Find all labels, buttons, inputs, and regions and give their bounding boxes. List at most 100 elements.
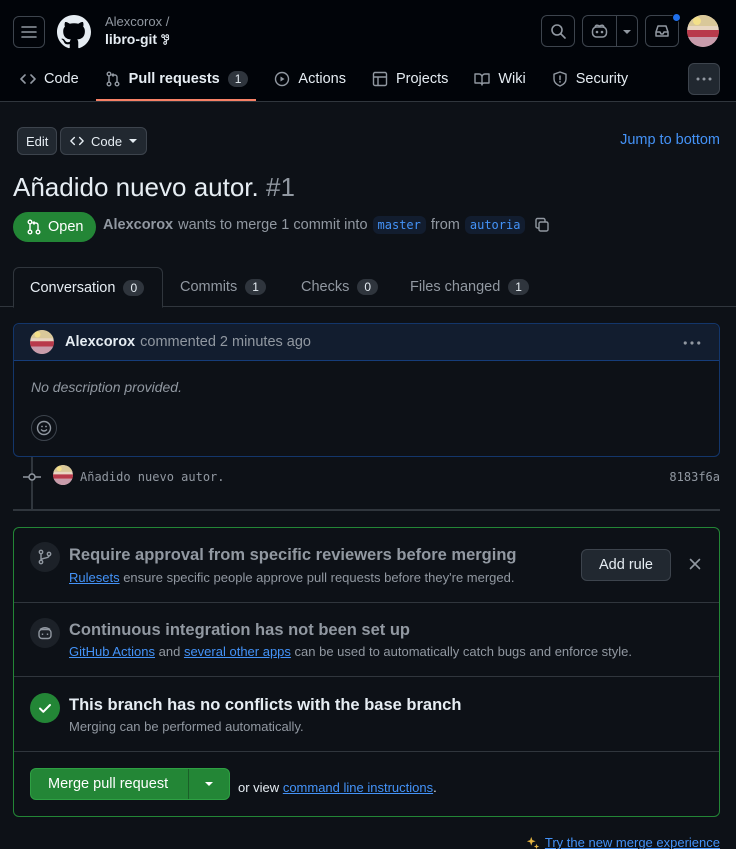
inbox-icon — [655, 25, 669, 37]
edit-label: Edit — [26, 133, 49, 149]
code-dropdown-button[interactable]: Code — [60, 127, 148, 155]
repo-name[interactable]: libro-git — [105, 31, 172, 47]
chevron-down-icon[interactable] — [622, 28, 632, 36]
nav-item-pull-requests[interactable]: Pull requests 1 — [91, 62, 261, 96]
pr-meta: Alexcorox wants to merge 1 commit into m… — [103, 216, 550, 234]
tab-counter: 1 — [245, 279, 266, 295]
github-logo-icon[interactable] — [57, 15, 91, 49]
chevron-down-icon — [129, 139, 138, 143]
from-text: from — [430, 217, 460, 233]
avatar[interactable] — [53, 465, 73, 485]
repo-nav: Code Pull requests 1 Actions Projects Wi… — [0, 62, 640, 102]
branch-icon-container — [30, 542, 60, 572]
tab-label: Files changed — [410, 279, 501, 295]
pull-requests-counter: 1 — [227, 71, 249, 87]
code-icon — [20, 74, 36, 84]
nav-item-security[interactable]: Security — [538, 62, 640, 96]
pull-request-icon — [106, 71, 120, 87]
check-icon — [39, 704, 51, 713]
author-link[interactable]: Alexcorox — [103, 217, 173, 233]
kebab-horizontal-icon — [696, 77, 712, 81]
nav-item-label: Projects — [395, 71, 449, 87]
tab-counter: 0 — [123, 279, 145, 296]
search-icon — [551, 24, 566, 39]
kebab-horizontal-icon[interactable] — [683, 334, 701, 352]
hamburger-icon — [21, 26, 37, 38]
add-reaction-button[interactable] — [31, 415, 57, 441]
rules-section: Require approval from specific reviewers… — [14, 528, 719, 603]
code-label: Code — [91, 133, 123, 149]
tab-commits[interactable]: Commits 1 — [180, 267, 266, 307]
repo-name-label[interactable]: libro-git — [105, 31, 157, 47]
app-header: Alexcorox / libro-git Code Pull requests… — [0, 0, 736, 102]
commit-message-link[interactable]: Añadido nuevo autor. — [80, 470, 225, 484]
ci-and-text: and — [158, 644, 181, 659]
search-button[interactable] — [541, 15, 575, 47]
git-branch-icon — [38, 549, 52, 565]
head-branch[interactable]: autoria — [464, 216, 526, 234]
pull-request-icon — [27, 219, 41, 235]
add-rule-button[interactable]: Add rule — [581, 549, 671, 581]
nav-item-label: Wiki — [498, 71, 526, 87]
merge-text: wants to merge 1 commit into — [178, 217, 368, 233]
comment-timestamp: commented 2 minutes ago — [140, 334, 311, 350]
status-badge: Open — [13, 212, 97, 242]
commit-sha-link[interactable]: 8183f6a — [669, 470, 720, 484]
conflicts-title: This branch has no conflicts with the ba… — [69, 696, 462, 714]
github-actions-link[interactable]: GitHub Actions — [69, 644, 155, 659]
ci-subtitle: GitHub Actions and several other apps ca… — [69, 644, 632, 659]
book-icon — [474, 73, 491, 86]
merge-method-dropdown[interactable] — [188, 769, 229, 799]
avatar-image-icon — [30, 330, 54, 354]
tab-files-changed[interactable]: Files changed 1 — [410, 267, 529, 307]
comment-body: No description provided. — [31, 379, 182, 395]
nav-item-projects[interactable]: Projects — [358, 62, 460, 96]
or-view-text: or view command line instructions. — [238, 780, 437, 795]
avatar-image-icon — [687, 15, 719, 47]
nav-item-label: Actions — [298, 71, 346, 87]
copy-icon[interactable] — [534, 217, 550, 233]
edit-button[interactable]: Edit — [17, 127, 58, 155]
nav-item-actions[interactable]: Actions — [260, 62, 358, 96]
try-new-merge-link[interactable]: Try the new merge experience — [526, 835, 720, 849]
tab-label: Commits — [180, 279, 238, 295]
command-line-link[interactable]: command line instructions — [283, 780, 433, 795]
smiley-icon — [36, 420, 52, 436]
pr-comment: Alexcorox commented 2 minutes ago No des… — [13, 323, 720, 457]
play-icon — [275, 71, 290, 87]
ci-section: Continuous integration has not been set … — [14, 603, 719, 677]
avatar-image-icon — [53, 465, 73, 485]
rules-title: Require approval from specific reviewers… — [69, 546, 517, 564]
copilot-button[interactable] — [582, 15, 638, 47]
pr-title-text: Añadido nuevo autor. — [13, 172, 259, 202]
pr-title: Añadido nuevo autor. #1 — [13, 172, 295, 203]
user-avatar[interactable] — [687, 15, 719, 47]
base-branch[interactable]: master — [372, 216, 426, 234]
avatar[interactable] — [30, 330, 54, 354]
nav-more-button[interactable] — [688, 63, 720, 95]
chevron-down-icon — [205, 782, 214, 786]
tab-label: Conversation — [30, 279, 116, 296]
nav-item-label: Security — [575, 71, 629, 87]
rules-subtitle-text: ensure specific people approve pull requ… — [123, 570, 515, 585]
nav-item-wiki[interactable]: Wiki — [460, 62, 537, 96]
tab-checks[interactable]: Checks 0 — [301, 267, 379, 307]
sparkle-icon — [526, 836, 540, 849]
other-apps-link[interactable]: several other apps — [184, 644, 291, 659]
repo-owner-link[interactable]: Alexcorox / — [105, 14, 169, 29]
jump-to-bottom-link[interactable]: Jump to bottom — [620, 132, 720, 148]
nav-item-label: Pull requests — [128, 71, 220, 87]
rules-subtitle: Rulesets ensure specific people approve … — [69, 570, 514, 585]
inbox-button[interactable] — [645, 13, 681, 47]
menu-button[interactable] — [13, 16, 45, 48]
code-icon — [70, 136, 84, 146]
nav-item-code[interactable]: Code — [0, 62, 91, 96]
comment-author[interactable]: Alexcorox — [65, 334, 135, 350]
tab-conversation[interactable]: Conversation 0 — [13, 267, 163, 308]
git-commit-icon — [23, 473, 41, 481]
nav-item-label: Code — [44, 71, 79, 87]
pr-number: #1 — [266, 172, 295, 202]
merge-pull-request-button[interactable]: Merge pull request — [31, 776, 188, 792]
rulesets-link[interactable]: Rulesets — [69, 570, 120, 585]
close-icon[interactable] — [689, 558, 701, 570]
